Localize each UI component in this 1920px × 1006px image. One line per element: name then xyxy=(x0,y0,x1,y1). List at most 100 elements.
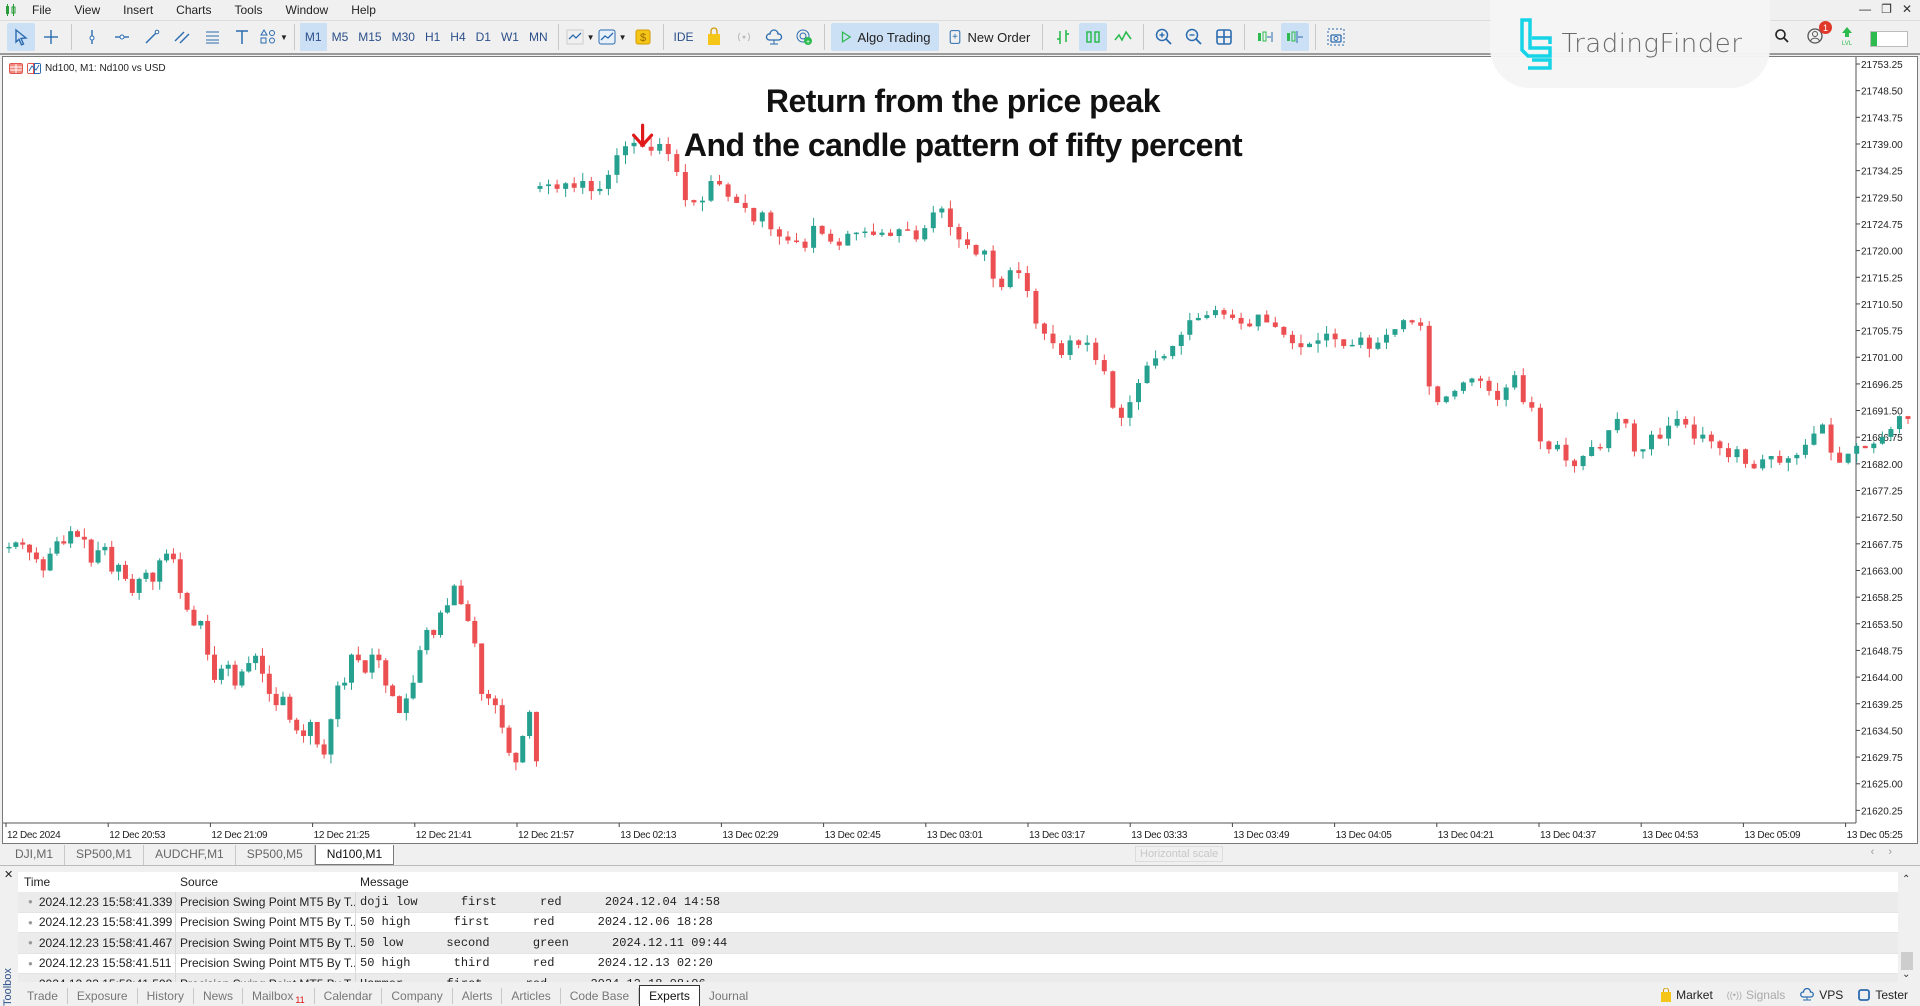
chevron-left-icon[interactable]: ‹ xyxy=(1871,846,1889,858)
close-icon[interactable]: ✕ xyxy=(1902,2,1912,16)
menu-file[interactable]: File xyxy=(22,3,64,17)
scroll-end-button[interactable] xyxy=(1251,23,1279,51)
symbol-icon[interactable] xyxy=(27,63,41,74)
toolbox-tab-history[interactable]: History xyxy=(138,987,194,1004)
zoom-in-button[interactable] xyxy=(1150,23,1178,51)
chevron-down-icon[interactable]: ⌄ xyxy=(1902,969,1910,980)
table-row[interactable]: ● 2024.12.23 15:58:41.467 Precision Swing… xyxy=(18,933,1898,954)
chevron-up-icon[interactable]: ⌃ xyxy=(1902,874,1910,885)
channel-button[interactable] xyxy=(168,23,196,51)
toolbox-tab-articles[interactable]: Articles xyxy=(502,987,561,1004)
shapes-button[interactable]: ▼ xyxy=(258,23,288,51)
timeframe-w1[interactable]: W1 xyxy=(496,23,524,51)
chart-shift-button[interactable] xyxy=(1281,23,1310,51)
column-header-source[interactable]: Source xyxy=(176,872,356,892)
toolbox-tab-experts[interactable]: Experts xyxy=(639,984,700,1006)
market-button[interactable] xyxy=(700,23,728,51)
candle-bearish xyxy=(1426,325,1432,387)
chart-tab-audchf-m1[interactable]: AUDCHF,M1 xyxy=(144,845,236,865)
menu-window[interactable]: Window xyxy=(276,3,342,17)
timeframe-m15[interactable]: M15 xyxy=(353,23,386,51)
table-row[interactable]: ● 2024.12.23 15:58:41.511 Precision Swing… xyxy=(18,953,1898,974)
scrollbar-thumb[interactable] xyxy=(1901,952,1913,970)
chart-window[interactable]: Nd100, M1: Nd100 vs USD Return from the … xyxy=(2,56,1918,844)
timeframe-h4[interactable]: H4 xyxy=(445,23,470,51)
toolbox-tab-calendar[interactable]: Calendar xyxy=(315,987,383,1004)
deposit-button[interactable]: $ xyxy=(629,23,657,51)
candle-bullish xyxy=(1503,387,1509,400)
chevron-right-icon[interactable]: › xyxy=(1888,846,1906,858)
menu-insert[interactable]: Insert xyxy=(113,3,166,17)
line-chart-button[interactable] xyxy=(1109,23,1137,51)
menu-view[interactable]: View xyxy=(64,3,113,17)
zoom-out-button[interactable] xyxy=(1180,23,1208,51)
column-header-time[interactable]: Time xyxy=(18,872,176,892)
price-tick-label: 21672.50 xyxy=(1861,513,1903,524)
toolbox-tab-trade[interactable]: Trade xyxy=(18,987,68,1004)
chart-tab-dji-m1[interactable]: DJI,M1 xyxy=(4,845,66,865)
bar-chart-button[interactable] xyxy=(1049,23,1077,51)
search-icon[interactable] xyxy=(1774,28,1790,49)
toolbar-separator xyxy=(1244,24,1246,50)
chart-grid-icon[interactable] xyxy=(9,63,23,74)
toolbox-tab-journal[interactable]: Journal xyxy=(700,988,757,1004)
toolbox-tab-news[interactable]: News xyxy=(194,987,243,1004)
vertical-line-button[interactable] xyxy=(78,23,106,51)
templates-button[interactable]: ▼ xyxy=(597,23,627,51)
tester-link[interactable]: Tester xyxy=(1857,988,1908,1002)
table-row[interactable]: ● 2024.12.23 15:58:41.339 Precision Swing… xyxy=(18,892,1898,913)
toolbox-tab-company[interactable]: Company xyxy=(382,987,453,1004)
signals-link[interactable]: ((•)) Signals xyxy=(1727,988,1786,1002)
fibonacci-button[interactable] xyxy=(198,23,226,51)
tile-windows-button[interactable] xyxy=(1210,23,1238,51)
crosshair-tool-button[interactable] xyxy=(37,23,65,51)
timeframe-d1[interactable]: D1 xyxy=(471,23,496,51)
algo-trading-button[interactable]: Algo Trading xyxy=(830,23,939,51)
toolbox-tab-exposure[interactable]: Exposure xyxy=(68,987,138,1004)
vertical-scrollbar[interactable]: ⌃ ⌄ xyxy=(1898,872,1916,982)
chart-tab-sp500-m5[interactable]: SP500,M5 xyxy=(236,845,315,865)
table-row[interactable]: ● 2024.12.23 15:58:41.399 Precision Swing… xyxy=(18,912,1898,933)
chart-tab-nd100-m1[interactable]: Nd100,M1 xyxy=(314,845,395,865)
toolbox-tab-alerts[interactable]: Alerts xyxy=(453,987,503,1004)
menu-charts[interactable]: Charts xyxy=(166,3,224,17)
account-notifications-button[interactable]: 1 xyxy=(1806,21,1832,50)
shopping-bag-icon xyxy=(1661,988,1672,1002)
row-source: Precision Swing Point MT5 By T... xyxy=(176,892,356,912)
text-tool-button[interactable] xyxy=(228,23,256,51)
table-row[interactable]: ● 2024.12.23 15:58:41.598 Precision Swing… xyxy=(18,974,1898,982)
cursor-tool-button[interactable] xyxy=(7,23,35,51)
screenshot-button[interactable] xyxy=(1322,23,1350,51)
timeframe-m5[interactable]: M5 xyxy=(327,23,354,51)
new-order-button[interactable]: New Order xyxy=(941,23,1037,51)
horizontal-line-button[interactable] xyxy=(108,23,136,51)
timeframe-h1[interactable]: H1 xyxy=(420,23,445,51)
toolbox-tab-mailbox[interactable]: Mailbox 11 xyxy=(243,987,315,1005)
trend-line-button[interactable] xyxy=(138,23,166,51)
timeframe-m30[interactable]: M30 xyxy=(387,23,420,51)
minimize-icon[interactable]: — xyxy=(1859,2,1871,16)
market-link[interactable]: Market xyxy=(1660,988,1713,1002)
column-header-message[interactable]: Message xyxy=(356,872,1898,892)
indicators-button[interactable]: ▼ xyxy=(565,23,595,51)
close-icon[interactable]: ✕ xyxy=(4,868,13,881)
chart-tabs-scroll[interactable]: ‹› xyxy=(1871,846,1906,858)
candle-bearish xyxy=(390,685,396,697)
timeframe-mn[interactable]: MN xyxy=(524,23,553,51)
signals-button[interactable] xyxy=(730,23,758,51)
timeframe-m1[interactable]: M1 xyxy=(299,23,327,51)
candlestick-chart-button[interactable] xyxy=(1079,23,1108,51)
vps-button[interactable] xyxy=(760,23,788,51)
connect-button[interactable]: + xyxy=(790,23,818,51)
candlestick-chart[interactable]: 21753.25 21748.50 21743.75 21739.00 21734.25… xyxy=(3,57,1917,843)
restore-icon[interactable]: ❐ xyxy=(1881,2,1892,16)
chart-tab-sp500-m1[interactable]: SP500,M1 xyxy=(65,845,145,865)
ide-button[interactable]: IDE xyxy=(670,23,698,51)
menu-tools[interactable]: Tools xyxy=(225,3,276,17)
bar-chart-icon xyxy=(1057,30,1070,44)
candle-bearish xyxy=(479,643,485,694)
toolbox-tab-code-base[interactable]: Code Base xyxy=(561,987,640,1004)
menu-help[interactable]: Help xyxy=(341,3,389,17)
play-icon xyxy=(841,30,851,44)
vps-link[interactable]: VPS xyxy=(1799,988,1843,1002)
